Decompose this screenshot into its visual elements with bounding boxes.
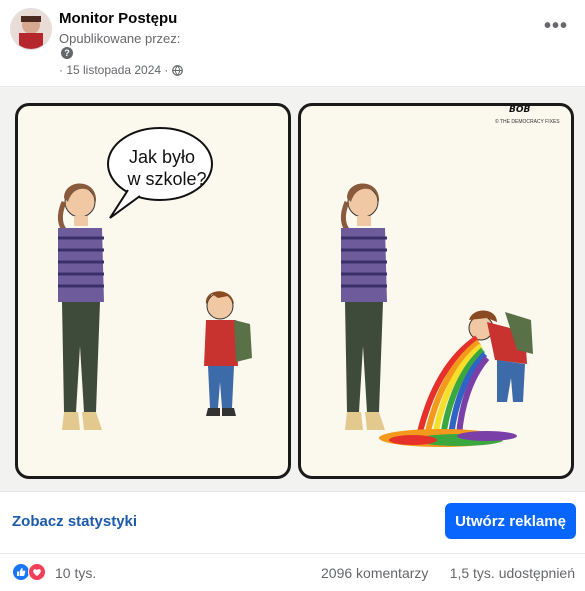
reaction-icons[interactable]	[12, 563, 48, 581]
help-icon[interactable]: ?	[61, 47, 73, 59]
post-actions: Zobacz statystyki Utwórz reklamę	[0, 491, 585, 554]
speech-bubble-line-1: Jak było	[128, 147, 196, 167]
comic-panel-right	[298, 103, 574, 479]
like-icon	[12, 563, 30, 581]
page-name[interactable]: Monitor Postępu	[59, 10, 177, 27]
published-by-label: Opublikowane przez:	[59, 31, 181, 46]
view-insights-link[interactable]: Zobacz statystyki	[12, 513, 137, 530]
comic-copyright: © THE DEMOCRACY FIXES	[495, 119, 560, 125]
create-ad-button[interactable]: Utwórz reklamę	[445, 503, 576, 539]
post-meta: · 15 listopada 2024 ·	[59, 63, 184, 77]
globe-icon	[172, 64, 184, 76]
comments-count[interactable]: 2096 komentarzy	[321, 565, 428, 581]
comic-illustration-right	[340, 183, 533, 447]
comic-signature: BOB	[509, 105, 531, 115]
more-options-icon[interactable]: •••	[541, 14, 571, 38]
speech-bubble-line-2: w szkole?	[127, 169, 207, 189]
shares-count[interactable]: 1,5 tys. udostępnień	[450, 565, 575, 581]
love-icon	[28, 563, 46, 581]
post-image[interactable]: Jak było w szkole? BOB © THE DEMOCRACY F…	[0, 86, 585, 492]
reaction-count[interactable]: 10 tys.	[55, 565, 96, 581]
avatar[interactable]	[10, 8, 52, 50]
reactions-row: 10 tys. 2096 komentarzy 1,5 tys. udostęp…	[0, 554, 585, 591]
post-date[interactable]: · 15 listopada 2024 ·	[59, 63, 168, 77]
post-header: Monitor Postępu Opublikowane przez: ? · …	[0, 0, 585, 86]
